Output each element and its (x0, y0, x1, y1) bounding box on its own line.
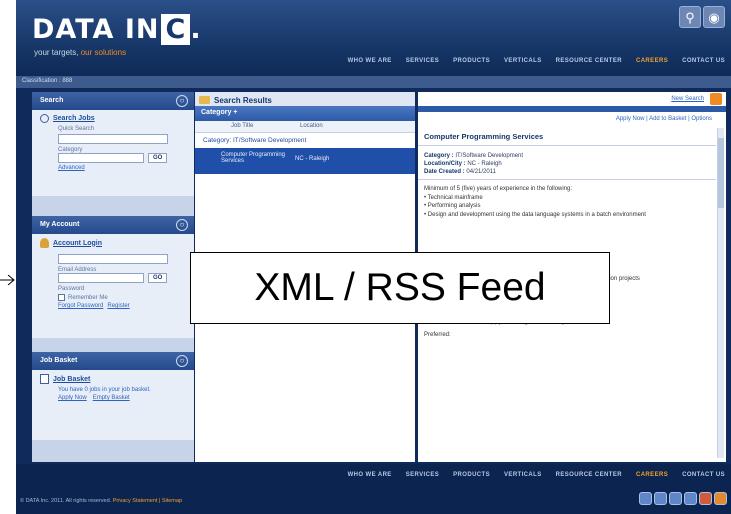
empty-basket-link[interactable]: Empty Basket (93, 395, 130, 401)
basket-panel: Job Basket You have 0 jobs in your job b… (32, 370, 194, 440)
user-icon (40, 238, 49, 248)
footer-resource-center[interactable]: RESOURCE CENTER (556, 472, 622, 478)
search-icon[interactable]: ⚲ (679, 6, 701, 28)
scroll-thumb[interactable] (718, 138, 724, 208)
search-panel: Search Jobs Quick Search Category GO Adv… (32, 110, 194, 196)
nav-services[interactable]: SERVICES (406, 58, 439, 64)
site-footer: WHO WE ARE SERVICES PRODUCTS VERTICALS R… (16, 464, 731, 514)
search-go-button[interactable]: GO (148, 153, 168, 163)
remember-checkbox[interactable] (58, 294, 65, 301)
detail-scrollbar[interactable] (717, 128, 724, 458)
social-icon[interactable] (654, 492, 667, 505)
social-icon[interactable] (714, 492, 727, 505)
quick-search-input[interactable] (58, 134, 168, 144)
social-icon[interactable] (684, 492, 697, 505)
password-label: Password (58, 286, 85, 292)
login-go-button[interactable]: GO (148, 273, 168, 283)
breadcrumb: Classification : 888 (16, 76, 731, 88)
search-panel-header: Search ○ (32, 92, 194, 110)
quick-search-label: Quick Search (58, 126, 95, 132)
left-sidebar: Search ○ Search Jobs Quick Search Catego… (32, 92, 194, 462)
collapse-icon[interactable]: ○ (176, 95, 188, 107)
job-title: Computer Programming Services (418, 126, 716, 146)
magnifier-icon (40, 114, 49, 123)
job-basket-link[interactable]: Job Basket (40, 374, 186, 384)
basket-panel-header: Job Basket ○ (32, 352, 194, 370)
nav-who-we-are[interactable]: WHO WE ARE (348, 58, 392, 64)
collapse-icon[interactable]: ○ (176, 219, 188, 231)
rss-icon[interactable] (710, 93, 722, 105)
results-header: Job Title Location (195, 121, 415, 133)
social-icon[interactable] (639, 492, 652, 505)
advanced-search-link[interactable]: Advanced (58, 165, 186, 171)
job-meta: Category : IT/Software Development Locat… (418, 146, 716, 180)
social-icon[interactable] (699, 492, 712, 505)
new-search-link[interactable]: New Search (671, 96, 704, 102)
collapse-icon[interactable]: ○ (176, 355, 188, 367)
copyright: © DATA Inc. 2011. All rights reserved. P… (20, 498, 183, 504)
footer-who-we-are[interactable]: WHO WE ARE (348, 472, 392, 478)
header-icons: ⚲ ◉ (679, 6, 725, 28)
social-icon[interactable] (669, 492, 682, 505)
tagline: your targets, our solutions (34, 48, 127, 57)
basket-apply-link[interactable]: Apply Now (58, 395, 87, 401)
top-nav: WHO WE ARE SERVICES PRODUCTS VERTICALS R… (348, 58, 725, 64)
register-link[interactable]: Register (107, 303, 129, 309)
email-field[interactable] (58, 273, 144, 283)
footer-services[interactable]: SERVICES (406, 472, 439, 478)
footer-nav: WHO WE ARE SERVICES PRODUCTS VERTICALS R… (348, 472, 725, 478)
forgot-password-link[interactable]: Forgot Password (58, 303, 103, 309)
site-header: DATA IN C. your targets, our solutions ⚲ … (16, 0, 731, 76)
social-icons (639, 492, 727, 505)
basket-icon (40, 374, 49, 384)
folder-icon (199, 96, 210, 104)
nav-careers[interactable]: CAREERS (636, 58, 668, 64)
footer-contact-us[interactable]: CONTACT US (682, 472, 725, 478)
detail-action-links[interactable]: Apply Now | Add to Basket | Options (418, 112, 726, 126)
nav-resource-center[interactable]: RESOURCE CENTER (556, 58, 622, 64)
col-job-title[interactable]: Job Title (195, 121, 300, 132)
footer-careers[interactable]: CAREERS (636, 472, 668, 478)
search-jobs-link[interactable]: Search Jobs (40, 114, 186, 123)
nav-contact-us[interactable]: CONTACT US (682, 58, 725, 64)
results-title: Search Results (195, 92, 415, 106)
account-panel-header: My Account ○ (32, 216, 194, 234)
detail-toolbar: New Search (418, 92, 726, 106)
logo[interactable]: DATA IN C. (32, 14, 202, 45)
footer-products[interactable]: PRODUCTS (453, 472, 490, 478)
login-input[interactable] (58, 254, 168, 264)
arrow-right-icon (0, 274, 15, 286)
globe-icon[interactable]: ◉ (703, 6, 725, 28)
nav-verticals[interactable]: VERTICALS (504, 58, 542, 64)
col-location[interactable]: Location (300, 121, 323, 132)
footer-verticals[interactable]: VERTICALS (504, 472, 542, 478)
account-login-link[interactable]: Account Login (40, 238, 186, 248)
category-sort-button[interactable]: Category + (195, 106, 415, 121)
category-group-row[interactable]: Category: IT/Software Development (195, 133, 415, 147)
nav-products[interactable]: PRODUCTS (453, 58, 490, 64)
account-panel: Account Login Email Address GO Password … (32, 234, 194, 338)
category-select[interactable] (58, 153, 144, 163)
xml-rss-feed-label: XML / RSS Feed (190, 252, 610, 324)
table-row[interactable]: Computer Programming Services NC - Ralei… (195, 148, 415, 174)
